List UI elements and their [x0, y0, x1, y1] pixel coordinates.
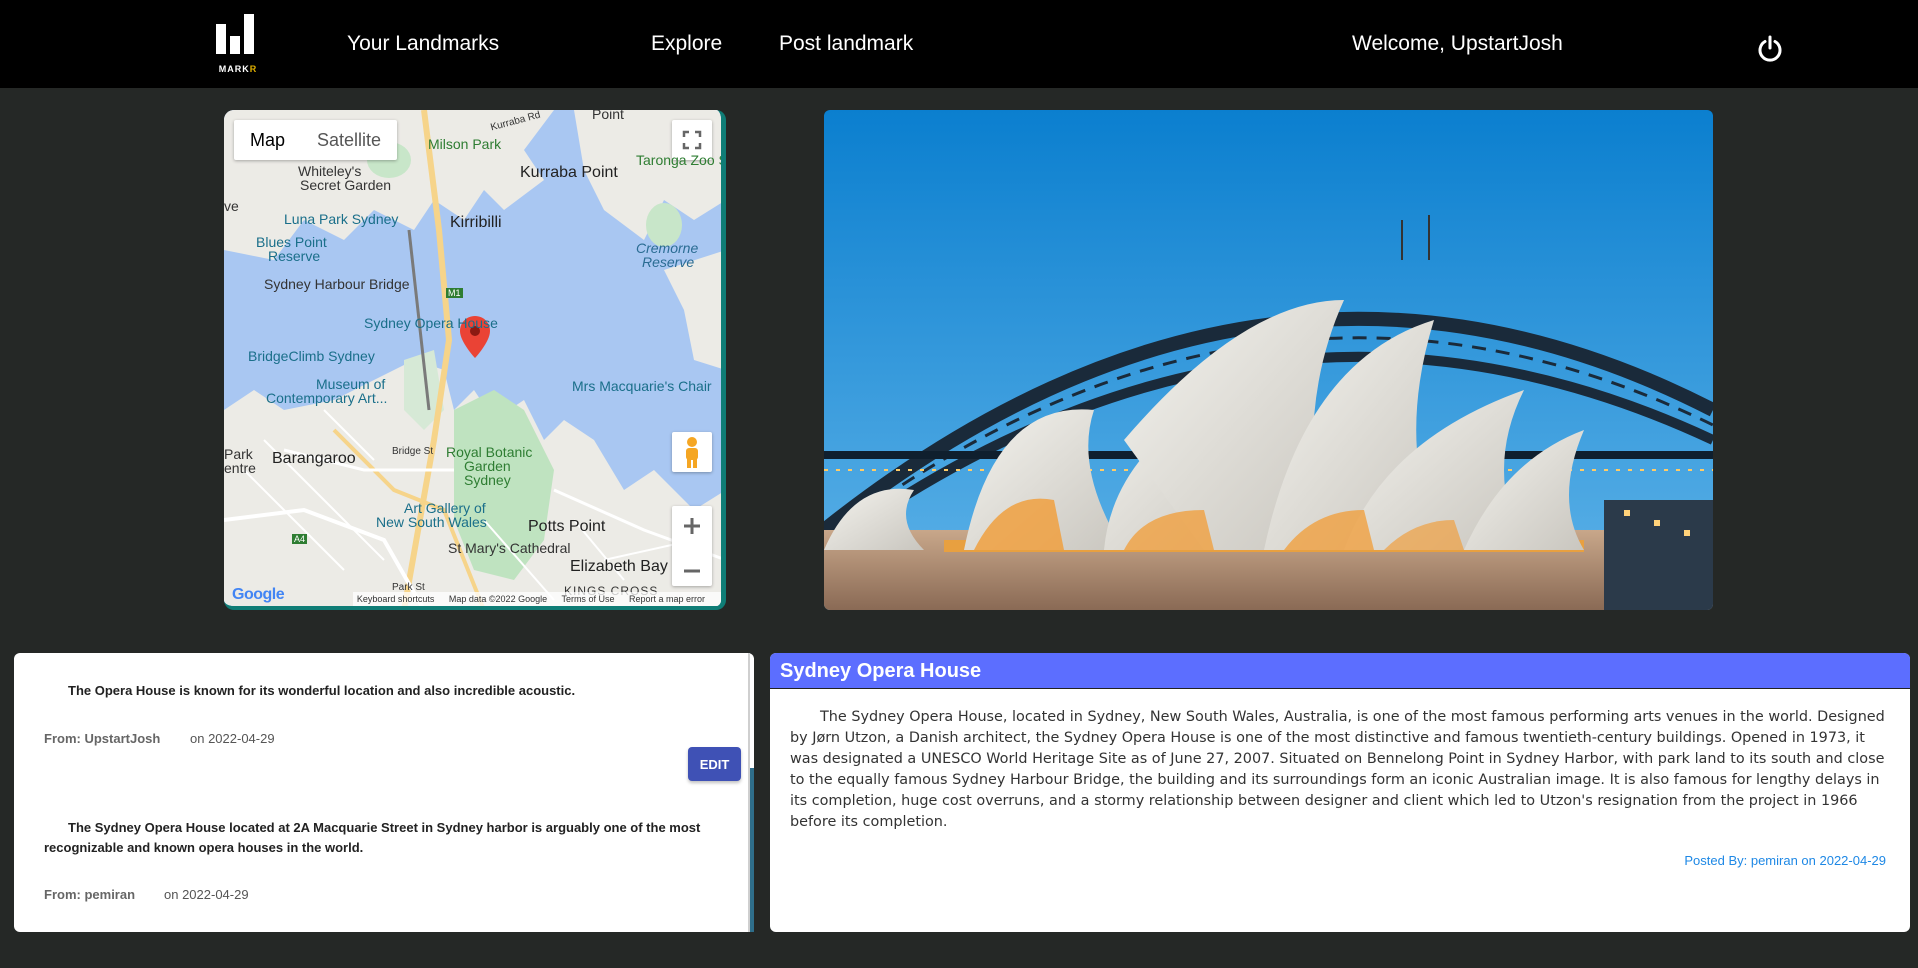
comment-author: From: UpstartJosh: [44, 731, 161, 746]
map-type-toggle: Map Satellite: [234, 120, 398, 160]
map-label: Point: [592, 110, 624, 122]
zoom-in-icon[interactable]: [672, 506, 712, 546]
map-label: Reserve: [268, 248, 321, 264]
map-label: Mrs Macquarie's Chair: [572, 378, 712, 394]
top-navbar: MARKR Your Landmarks Explore Post landma…: [0, 0, 1918, 88]
map-label: Barangaroo: [272, 450, 356, 467]
nav-your-landmarks[interactable]: Your Landmarks: [347, 32, 499, 56]
posted-by-link[interactable]: Posted By: pemiran on 2022-04-29: [1684, 853, 1886, 868]
map-data-text: Map data ©2022 Google: [448, 594, 548, 604]
map-label: New South Wales: [376, 514, 487, 530]
map-label: Bridge St: [392, 446, 434, 457]
keyboard-shortcuts-link[interactable]: Keyboard shortcuts: [357, 594, 435, 604]
nav-post-landmark[interactable]: Post landmark: [779, 32, 913, 56]
map-label: Secret Garden: [300, 177, 392, 193]
comment-date: on 2022-04-29: [190, 731, 275, 746]
map-label: Potts Point: [528, 518, 606, 535]
power-icon[interactable]: [1756, 35, 1784, 63]
comments-scrollbar[interactable]: [750, 768, 754, 932]
markr-logo[interactable]: MARKR: [216, 12, 260, 74]
welcome-text: Welcome, UpstartJosh: [1352, 32, 1563, 55]
landmark-map[interactable]: Map Satellite Point Kurraba Rd Milson Pa…: [224, 110, 726, 610]
map-label: Contemporary Art...: [266, 390, 388, 406]
map-label: Sydney Opera House: [364, 315, 498, 331]
landmark-photo: [824, 110, 1713, 610]
map-label: Kirribilli: [450, 214, 502, 231]
comments-panel: The Opera House is known for its wonderf…: [14, 653, 754, 932]
map-attribution: Keyboard shortcuts Map data ©2022 Google…: [352, 592, 721, 606]
map-type-map[interactable]: Map: [234, 120, 301, 160]
map-label: M1: [446, 288, 463, 298]
comment-author: From: pemiran: [44, 887, 136, 902]
map-label: Elizabeth Bay: [570, 558, 668, 575]
map-label: A4: [292, 534, 308, 544]
map-label: Sydney Harbour Bridge: [264, 276, 410, 292]
landmark-title: Sydney Opera House: [770, 653, 1910, 689]
google-logo: Google: [232, 586, 285, 603]
landmark-detail-panel: Sydney Opera House The Sydney Opera Hous…: [770, 653, 1910, 932]
zoom-out-icon[interactable]: [672, 551, 712, 591]
map-label: St Mary's Cathedral: [448, 540, 571, 556]
map-type-satellite[interactable]: Satellite: [301, 120, 397, 160]
comment-text: The Opera House is known for its wonderf…: [68, 683, 576, 698]
map-label: BridgeClimb Sydney: [248, 348, 375, 364]
map-label: Milson Park: [428, 136, 502, 152]
map-label: Sydney: [464, 472, 511, 488]
sydney-opera-house-image: [824, 110, 1713, 610]
edit-comment-button[interactable]: EDIT: [688, 747, 741, 781]
landmark-description: The Sydney Opera House, located in Sydne…: [790, 709, 1885, 830]
street-view-button[interactable]: [672, 432, 712, 472]
report-error-link[interactable]: Report a map error: [629, 594, 705, 604]
comment-date: on 2022-04-29: [164, 887, 249, 902]
map-label: Luna Park Sydney: [284, 211, 399, 227]
terms-link[interactable]: Terms of Use: [561, 594, 614, 604]
map-label: Reserve: [642, 254, 695, 270]
map-label: entre: [224, 460, 256, 476]
pegman-icon: [686, 437, 698, 468]
map-label: Taronga Zoo S: [636, 152, 726, 168]
map-label: Kurraba Point: [520, 164, 618, 181]
nav-explore[interactable]: Explore: [651, 32, 722, 56]
map-label: ve: [224, 198, 239, 214]
comment-text: The Sydney Opera House located at 2A Mac…: [44, 820, 701, 855]
zoom-controls: [672, 506, 712, 586]
